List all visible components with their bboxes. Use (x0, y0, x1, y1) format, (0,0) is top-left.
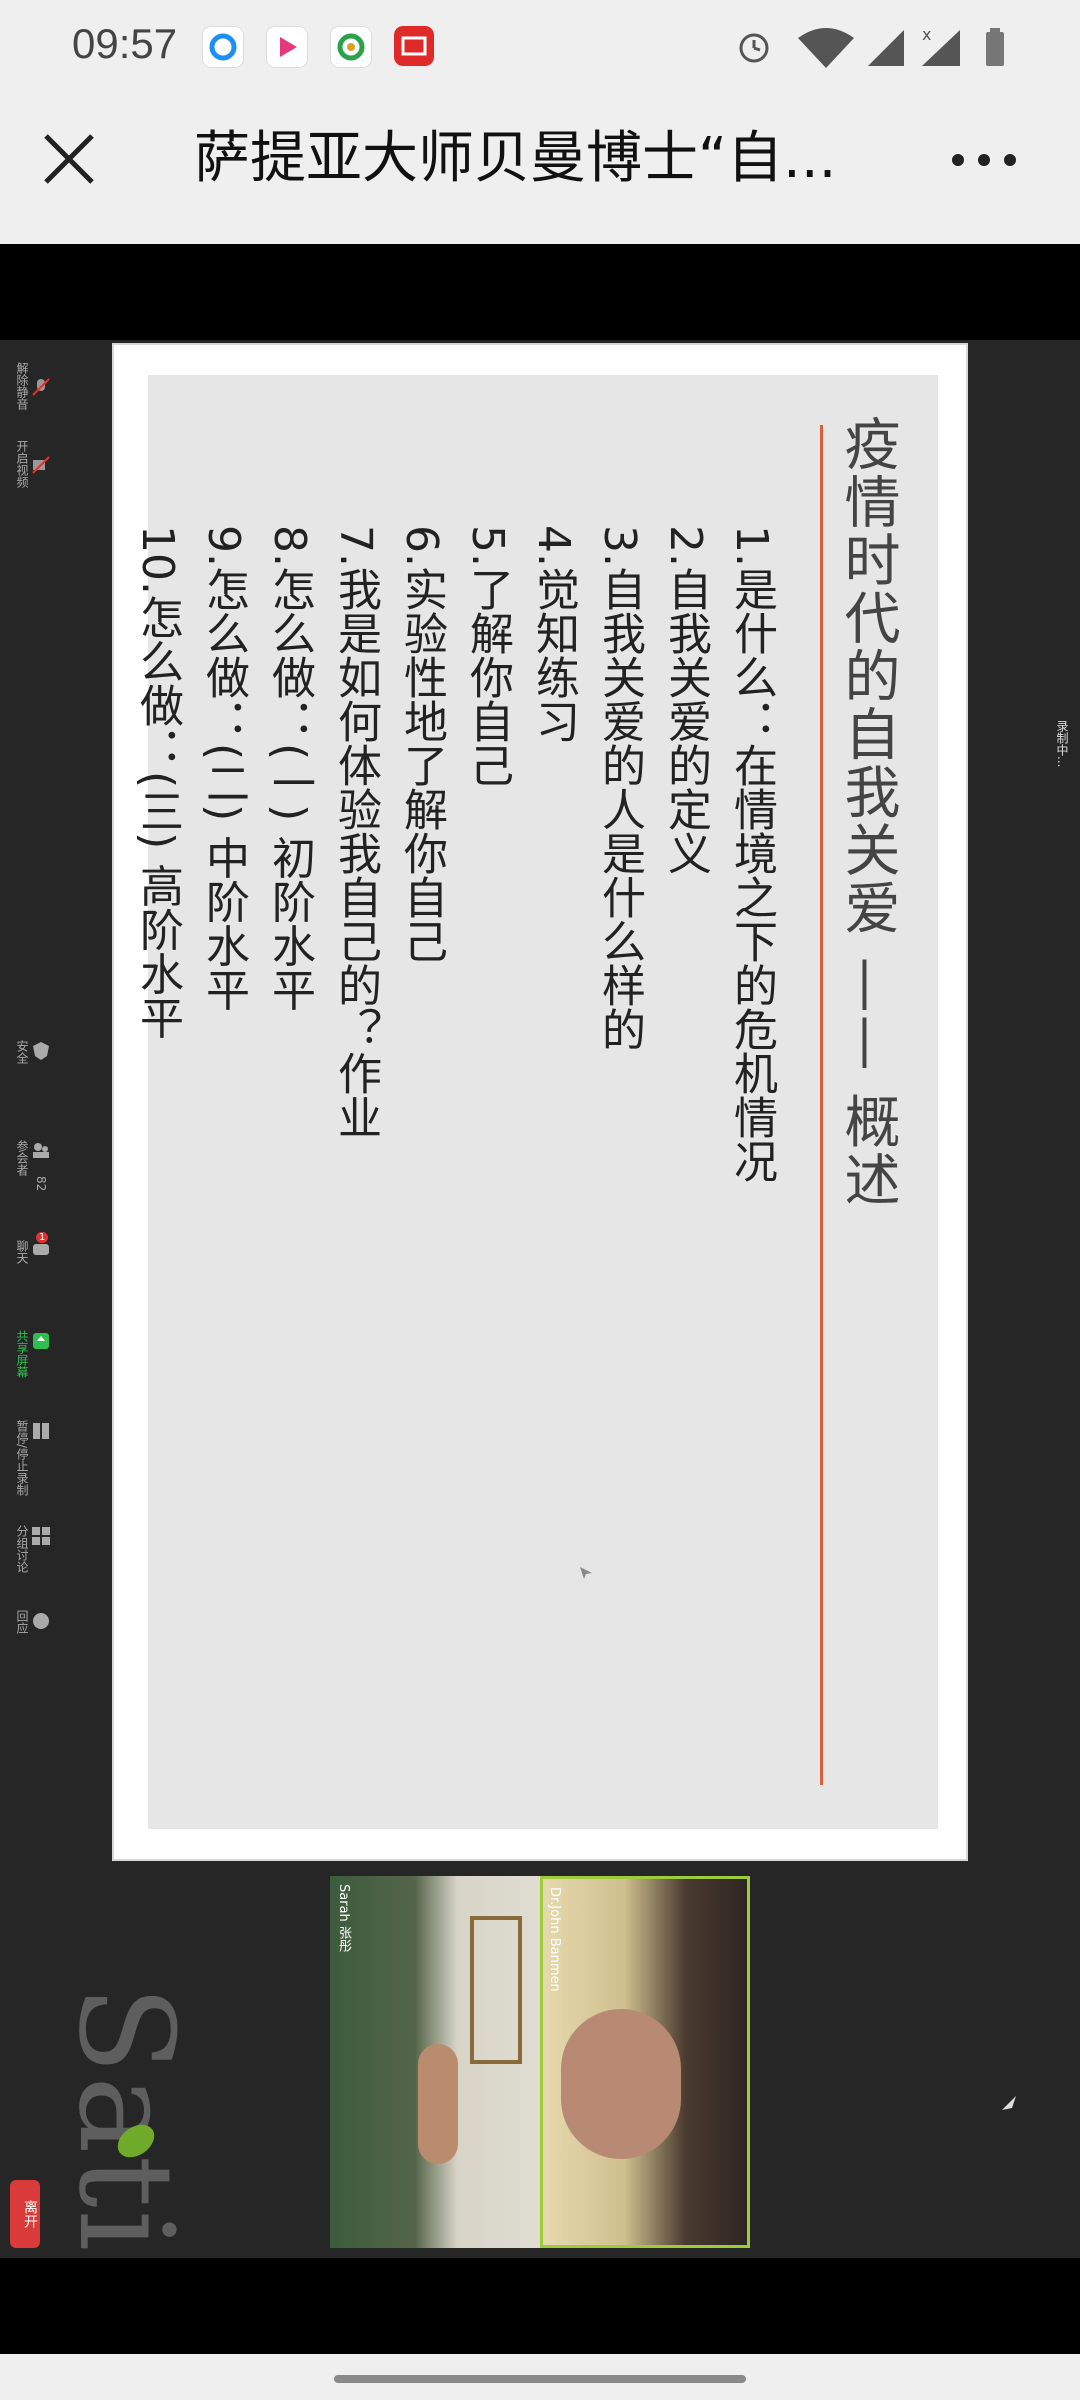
battery-icon (986, 28, 1004, 66)
chat-icon (33, 1244, 49, 1255)
toolbar-unmute-label: 解除静音 (15, 362, 29, 410)
toolbar-share-screen-label: 共享屏幕 (15, 1330, 29, 1378)
toolbar-start-video-label: 开启视频 (15, 440, 29, 488)
news-app-notification-icon (394, 26, 434, 66)
list-item-text: 自我关爱的人是什么样的 (594, 566, 645, 1051)
toolbar-participants-label: 参会者 (15, 1140, 29, 1176)
toolbar-pause-record[interactable]: 暂停/停止录制 (14, 1420, 54, 1496)
list-item-text: 自我关爱的定义 (660, 566, 711, 875)
svg-text:x: x (922, 26, 931, 44)
mic-muted-icon (32, 378, 50, 396)
list-item-number: 4. (528, 525, 579, 567)
toolbar-reaction-label: 回应 (15, 1610, 29, 1634)
toolbar-unmute[interactable]: 解除静音 (14, 362, 54, 422)
reaction-icon (33, 1613, 49, 1629)
participant-video[interactable]: Sarah 张彤 (330, 1876, 542, 2248)
toolbar-chat[interactable]: 聊天 1 (14, 1232, 54, 1290)
list-item-number: 8. (264, 525, 315, 567)
list-item: 6.实验性地了解你自己 (382, 525, 448, 1183)
list-item-text: 了解你自己 (462, 566, 513, 787)
video-off-icon (32, 456, 50, 474)
toolbar-breakout-label: 分组讨论 (15, 1525, 29, 1573)
list-item-number: 7. (330, 525, 381, 567)
participants-count: 82 (34, 1176, 48, 1192)
list-item: 5.了解你自己 (448, 525, 514, 1183)
list-item: 2.自我关爱的定义 (646, 525, 712, 1183)
list-item: 3.自我关爱的人是什么样的 (580, 525, 646, 1183)
shield-icon (33, 1042, 49, 1060)
video-app-notification-icon (266, 26, 308, 68)
list-item-number: 2. (660, 525, 711, 567)
list-item-number: 9. (198, 525, 249, 567)
list-item-number: 10. (132, 525, 183, 595)
pause-record-icon (33, 1423, 49, 1439)
camera-app-notification-icon (330, 26, 372, 68)
breakout-icon (32, 1527, 50, 1545)
list-item-number: 3. (594, 525, 645, 567)
list-item-text: 实验性地了解你自己 (396, 566, 447, 963)
shared-slide: 疫情时代的自我关爱 —— 概述 1.是什么：在情境之下的危机情况 2.自我关爱的… (112, 343, 968, 1861)
toolbar-share-screen[interactable]: 共享屏幕 (14, 1330, 54, 1390)
slide-title: 疫情时代的自我关爱 —— 概述 (835, 415, 900, 1209)
slide-title-underline (820, 425, 823, 1785)
list-item-number: 1. (726, 525, 777, 567)
video-letterbox-bottom (0, 2258, 1080, 2354)
list-item-text: 怎么做：(一) 初阶水平 (264, 566, 315, 1012)
close-icon[interactable] (36, 126, 102, 192)
list-item-number: 5. (462, 525, 513, 567)
participant-name: Dr.John Banmen (547, 1887, 562, 1992)
list-item-text: 怎么做：(二) 中阶水平 (198, 566, 249, 1012)
toolbar-participants[interactable]: 参会者 82 (14, 1140, 54, 1200)
toolbar-chat-label: 聊天 (15, 1240, 29, 1264)
list-item: 7.我是如何体验我自己的？作业 (316, 525, 382, 1183)
toolbar-pause-record-label: 暂停/停止录制 (15, 1420, 29, 1497)
home-gesture-bar[interactable] (334, 2375, 746, 2383)
page-title: 萨提亚大师贝曼博士“自... (194, 126, 834, 191)
toolbar-breakout[interactable]: 分组讨论 (14, 1525, 54, 1585)
cursor-icon (580, 1567, 592, 1579)
status-time: 09:57 (72, 20, 178, 67)
list-item-number: 6. (396, 525, 447, 567)
list-item-text: 怎么做：(三) 高阶水平 (132, 594, 183, 1040)
browser-notification-icon (202, 26, 244, 68)
list-item: 4.觉知练习 (514, 525, 580, 1183)
leave-meeting-button[interactable]: 离开 (10, 2180, 40, 2248)
alarm-icon (739, 33, 769, 63)
video-letterbox-top (0, 244, 1080, 340)
list-item-text: 觉知练习 (528, 566, 579, 743)
list-item-text: 是什么：在情境之下的危机情况 (726, 566, 777, 1183)
signal-icon (868, 30, 904, 66)
participants-icon (33, 1143, 49, 1158)
toolbar-start-video[interactable]: 开启视频 (14, 440, 54, 500)
toolbar-security-label: 安全 (15, 1040, 29, 1064)
more-icon[interactable] (948, 142, 1020, 178)
list-item: 8.怎么做：(一) 初阶水平 (250, 525, 316, 1183)
title-bar: 萨提亚大师贝曼博士“自... (0, 96, 1080, 244)
leaf-logo-icon (117, 2124, 155, 2158)
status-bar: 09:57 x (0, 0, 1080, 96)
cursor-icon (1002, 2096, 1016, 2110)
slide-content: 疫情时代的自我关爱 —— 概述 1.是什么：在情境之下的危机情况 2.自我关爱的… (132, 375, 938, 1829)
wifi-icon (798, 28, 854, 68)
participant-video-active[interactable]: Dr.John Banmen (540, 1876, 750, 2248)
list-item: 9.怎么做：(二) 中阶水平 (184, 525, 250, 1183)
list-item-text: 我是如何体验我自己的？作业 (330, 566, 381, 1139)
toolbar-reaction[interactable]: 回应 (14, 1610, 54, 1660)
share-screen-icon (33, 1333, 49, 1349)
participant-name: Sarah 张彤 (336, 1884, 351, 1952)
wall-picture-frame (470, 1916, 522, 2064)
toolbar-security[interactable]: 安全 (14, 1040, 54, 1080)
system-nav-bar (0, 2354, 1080, 2400)
slide-outline-list: 1.是什么：在情境之下的危机情况 2.自我关爱的定义 3.自我关爱的人是什么样的… (118, 525, 778, 1183)
recording-status: 录制中... (1055, 720, 1069, 768)
participant-face (561, 2009, 681, 2159)
participant-face (418, 2044, 458, 2164)
list-item: 10.怎么做：(三) 高阶水平 (118, 525, 184, 1183)
list-item: 1.是什么：在情境之下的危机情况 (712, 525, 778, 1183)
signal-no-data-icon: x (922, 26, 960, 66)
